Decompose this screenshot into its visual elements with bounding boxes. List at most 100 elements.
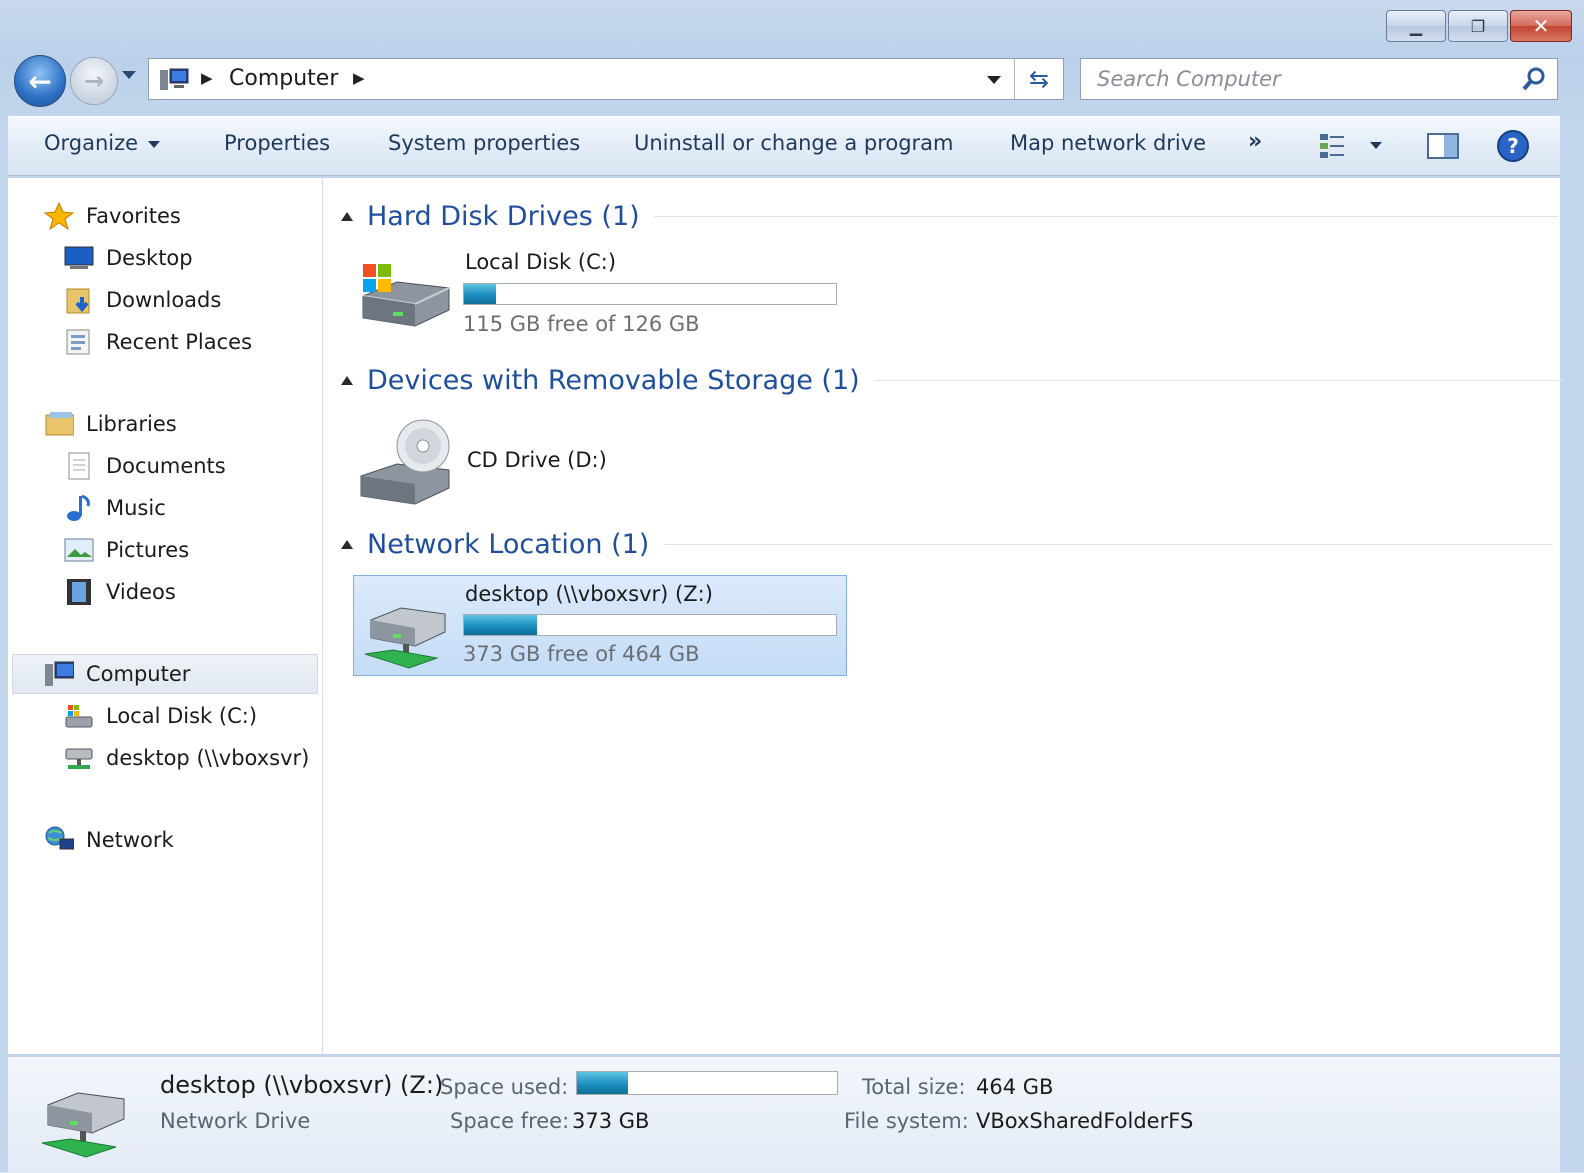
network-icon	[44, 825, 74, 855]
drive-usage-fill	[464, 284, 497, 304]
search-box[interactable]: Search Computer	[1080, 58, 1558, 100]
nav-recent-places[interactable]: Recent Places	[64, 324, 252, 360]
nav-music[interactable]: Music	[64, 490, 166, 526]
file-system-value: VBoxSharedFolderFS	[976, 1109, 1194, 1133]
svg-text:?: ?	[1507, 134, 1519, 158]
back-button[interactable]: ←	[14, 55, 66, 107]
system-properties-button[interactable]: System properties	[388, 131, 580, 155]
nav-desktop[interactable]: Desktop	[64, 240, 193, 276]
nav-videos[interactable]: Videos	[64, 574, 176, 610]
nav-network-share[interactable]: desktop (\\vboxsvr)	[64, 740, 309, 776]
nav-documents-label: Documents	[106, 454, 226, 478]
collapse-triangle-icon[interactable]	[341, 375, 353, 385]
minimize-button[interactable]: ▁	[1386, 10, 1446, 42]
uninstall-program-button[interactable]: Uninstall or change a program	[634, 131, 954, 155]
preview-pane-button[interactable]	[1426, 131, 1460, 165]
space-used-fill	[577, 1072, 628, 1094]
group-removable-storage[interactable]: Devices with Removable Storage (1)	[341, 360, 1564, 400]
group-divider	[653, 215, 1558, 217]
close-icon: ✕	[1532, 14, 1550, 38]
nav-videos-label: Videos	[106, 580, 176, 604]
network-drive-icon	[41, 1092, 125, 1158]
search-icon[interactable]	[1521, 66, 1547, 92]
nav-music-label: Music	[106, 496, 166, 520]
nav-network-share-label: desktop (\\vboxsvr)	[106, 746, 310, 770]
total-size-label: Total size:	[862, 1075, 966, 1099]
music-icon	[64, 493, 94, 523]
organize-label: Organize	[44, 131, 139, 155]
network-drive-icon	[64, 743, 94, 773]
details-item-name: desktop (\\vboxsvr) (Z:)	[160, 1071, 444, 1099]
forward-arrow-icon: →	[83, 67, 105, 95]
nav-downloads[interactable]: Downloads	[64, 282, 221, 318]
more-commands-button[interactable]: »	[1248, 129, 1262, 154]
collapse-triangle-icon[interactable]	[341, 539, 353, 549]
drive-free-space: 373 GB free of 464 GB	[463, 642, 700, 666]
chevron-down-icon	[148, 140, 161, 148]
recent-pages-dropdown[interactable]	[122, 71, 136, 79]
drive-name: CD Drive (D:)	[467, 448, 607, 472]
drive-usage-bar	[463, 283, 837, 305]
navigation-pane: Favorites Desktop Downloads Recent Place…	[8, 178, 323, 1054]
group-hard-disk-drives[interactable]: Hard Disk Drives (1)	[341, 196, 1558, 236]
breadcrumb-separator-icon[interactable]: ▶	[353, 69, 365, 87]
nav-libraries[interactable]: Libraries	[44, 406, 177, 442]
minimize-icon: ▁	[1409, 16, 1423, 36]
space-used-bar	[576, 1071, 838, 1095]
group-heading: Devices with Removable Storage (1)	[367, 364, 860, 396]
desktop-icon	[64, 243, 94, 273]
help-button[interactable]: ?	[1496, 129, 1530, 167]
nav-libraries-label: Libraries	[86, 412, 177, 436]
nav-favorites[interactable]: Favorites	[44, 198, 181, 234]
properties-button[interactable]: Properties	[224, 131, 330, 155]
breadcrumb-computer[interactable]: Computer	[229, 66, 338, 91]
file-system-label: File system:	[844, 1109, 969, 1133]
libraries-icon	[44, 409, 74, 439]
nav-pictures[interactable]: Pictures	[64, 532, 189, 568]
close-button[interactable]: ✕	[1510, 10, 1572, 42]
refresh-button[interactable]: ⇆	[1014, 59, 1063, 99]
window-caption-buttons: ▁ ❐ ✕	[1386, 10, 1572, 42]
group-divider	[663, 543, 1554, 545]
nav-local-disk[interactable]: Local Disk (C:)	[64, 698, 257, 734]
documents-icon	[64, 451, 94, 481]
preview-pane-icon	[1427, 133, 1459, 159]
nav-local-disk-label: Local Disk (C:)	[106, 704, 258, 728]
group-network-location[interactable]: Network Location (1)	[341, 524, 1554, 564]
drive-cd-d[interactable]: CD Drive (D:)	[357, 412, 657, 512]
cd-drive-icon	[360, 419, 450, 505]
address-history-dropdown[interactable]	[987, 76, 1001, 84]
drive-name: Local Disk (C:)	[465, 250, 617, 274]
hard-drive-windows-icon	[362, 264, 450, 327]
drive-free-space: 115 GB free of 126 GB	[463, 312, 700, 336]
collapse-triangle-icon[interactable]	[341, 211, 353, 221]
restore-icon: ❐	[1470, 16, 1486, 36]
refresh-icon: ⇆	[1028, 65, 1050, 93]
view-dropdown-icon[interactable]	[1370, 142, 1382, 149]
nav-network[interactable]: Network	[44, 822, 174, 858]
map-network-drive-button[interactable]: Map network drive	[1010, 131, 1206, 155]
nav-documents[interactable]: Documents	[64, 448, 226, 484]
star-icon	[44, 201, 74, 231]
nav-desktop-label: Desktop	[106, 246, 193, 270]
breadcrumb-separator-icon[interactable]: ▶	[201, 69, 213, 87]
restore-button[interactable]: ❐	[1448, 10, 1508, 42]
nav-network-label: Network	[86, 828, 174, 852]
forward-button[interactable]: →	[70, 57, 118, 105]
computer-icon	[44, 659, 74, 689]
address-bar[interactable]: ▶ Computer ▶ ⇆	[148, 58, 1064, 100]
search-input[interactable]: Search Computer	[1097, 67, 1281, 91]
nav-recent-places-label: Recent Places	[106, 330, 253, 354]
change-view-button[interactable]	[1318, 131, 1354, 165]
drive-local-disk-c[interactable]: Local Disk (C:) 115 GB free of 126 GB	[357, 248, 847, 348]
downloads-icon	[64, 285, 94, 315]
group-heading: Hard Disk Drives (1)	[367, 200, 640, 232]
drive-usage-fill	[464, 615, 537, 635]
explorer-window: ▁ ❐ ✕ ← → ▶ Computer ▶ ⇆ Search Computer…	[0, 0, 1584, 1173]
organize-button[interactable]: Organize	[44, 131, 161, 155]
details-item-type: Network Drive	[160, 1109, 311, 1133]
videos-icon	[64, 577, 94, 607]
drive-network-z[interactable]: desktop (\\vboxsvr) (Z:) 373 GB free of …	[357, 576, 847, 676]
nav-computer[interactable]: Computer	[44, 656, 190, 692]
nav-pictures-label: Pictures	[106, 538, 190, 562]
